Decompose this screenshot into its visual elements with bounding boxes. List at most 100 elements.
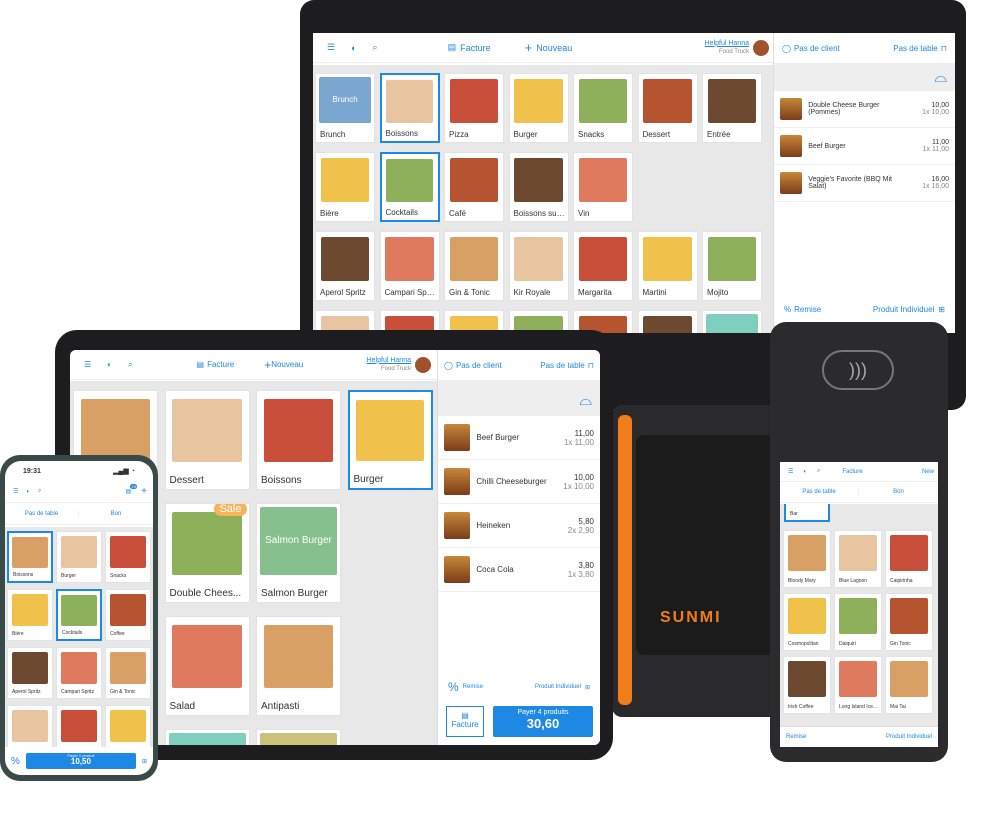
avatar[interactable]	[415, 356, 431, 373]
facture-button[interactable]: Facture	[207, 360, 234, 369]
bell-icon[interactable]: ⌓	[579, 392, 592, 410]
remise-button[interactable]: Remise	[463, 684, 483, 690]
product-tile[interactable]: Boissons	[256, 390, 341, 490]
avatar[interactable]	[753, 39, 769, 56]
produit-individuel-button[interactable]: Produit Individuel	[886, 734, 932, 740]
product-tile[interactable]: Gin & Tonic	[444, 231, 504, 301]
product-tile[interactable]: Pizza	[444, 73, 504, 143]
receipt-icon[interactable]: ▤ 19	[125, 484, 137, 495]
client-button[interactable]: Pas de client	[456, 361, 502, 370]
user-name-link[interactable]: Helpful Hanna	[367, 357, 411, 365]
facture-button[interactable]: Facture	[460, 43, 491, 53]
remise-button[interactable]: Remise	[786, 734, 806, 740]
product-tile[interactable]: Margarita	[573, 231, 633, 301]
menu-icon[interactable]: ☰	[788, 468, 793, 475]
order-line[interactable]: Beef Burger 11,00 1x 11,00	[774, 128, 955, 165]
product-tile[interactable]	[7, 705, 53, 747]
product-tile[interactable]: Kir Royale	[508, 231, 569, 301]
product-tile[interactable]: Boissons	[7, 531, 53, 583]
product-tile[interactable]: Burger	[56, 531, 102, 583]
product-tile[interactable]: Mojito	[702, 231, 762, 301]
product-tile[interactable]: Blue Lagoon	[834, 530, 882, 588]
product-tile[interactable]: Irish Coffee	[783, 656, 831, 714]
order-line[interactable]: Beef Burger 11,00 1x 11,00	[438, 416, 600, 460]
product-tile[interactable]: Vin	[573, 152, 633, 222]
search-icon[interactable]: ⌕	[817, 468, 820, 475]
product-tile[interactable]: Gin Tonic	[885, 593, 933, 651]
product-tile[interactable]: Bière	[315, 152, 375, 222]
plus-icon[interactable]: +	[141, 486, 147, 497]
product-tile[interactable]: Cosmopolitan	[783, 593, 831, 651]
globe-icon[interactable]: ◐	[803, 469, 807, 475]
product-tile[interactable]	[56, 705, 102, 747]
menu-icon[interactable]: ☰	[13, 488, 18, 495]
product-tile[interactable]: Salad	[164, 616, 250, 716]
bon-button[interactable]: Bon	[859, 489, 938, 495]
new-button[interactable]: New	[922, 469, 934, 475]
product-tile[interactable]: Bière	[7, 589, 53, 641]
product-tile[interactable]: Cocktails	[56, 589, 102, 641]
product-tile[interactable]: Double Chees... Sale	[164, 503, 250, 603]
nouveau-button[interactable]: Nouveau	[536, 43, 572, 53]
product-tile[interactable]: Dessert	[164, 390, 250, 490]
order-line[interactable]: Chilli Cheeseburger 10,00 1x 10,00	[438, 460, 600, 504]
product-tile[interactable]: Tipping	[702, 310, 762, 333]
product-tile[interactable]	[256, 729, 341, 745]
product-tile[interactable]: Campari Spritz	[56, 647, 102, 699]
product-tile[interactable]: Daiquiri	[834, 593, 882, 651]
product-tile[interactable]: Aperol Spritz	[315, 231, 375, 301]
product-tile[interactable]: Dessert	[637, 73, 698, 143]
product-tile[interactable]: Cocktails	[379, 152, 440, 222]
order-line[interactable]: Coca Cola 3,80 1x 3,80	[438, 548, 600, 592]
globe-icon[interactable]: ◐	[351, 43, 356, 53]
order-line[interactable]: Heineken 5,80 2x 2,90	[438, 504, 600, 548]
search-icon[interactable]: ⌕	[38, 488, 41, 495]
product-tile[interactable]: Burger	[508, 73, 569, 143]
pay-button[interactable]: Payer 4 produits 30,60	[493, 706, 593, 737]
pay-button[interactable]: Payer 1 produit 10,50	[25, 753, 136, 769]
search-icon[interactable]: ⌕	[128, 360, 132, 370]
product-tile[interactable]: Burger	[347, 390, 433, 490]
client-button[interactable]: Pas de client	[794, 44, 840, 53]
product-tile[interactable]: Martini	[637, 231, 698, 301]
search-icon[interactable]: ⌕	[373, 42, 378, 53]
product-tile[interactable]: Mai Tai	[885, 656, 933, 714]
table-button[interactable]: Pas de table	[893, 44, 937, 53]
produit-individuel-button[interactable]: Produit Individuel	[535, 684, 581, 690]
facture-button[interactable]: Facture	[842, 469, 862, 475]
table-button[interactable]: Pas de table	[540, 361, 584, 370]
product-tile[interactable]: Brunch Brunch	[315, 73, 375, 143]
bon-button[interactable]: Bon	[79, 511, 153, 517]
product-tile[interactable]: Café	[444, 152, 504, 222]
globe-icon[interactable]: ◐	[26, 489, 30, 495]
product-tile[interactable]: Snacks	[573, 73, 633, 143]
produit-individuel-button[interactable]: Produit Individuel	[873, 305, 934, 314]
product-tile[interactable]: Gin & Tonic	[105, 647, 151, 699]
product-tile[interactable]: Snacks	[105, 531, 151, 583]
category-tile-bar[interactable]: Bar	[784, 504, 830, 522]
product-tile[interactable]: Boissons	[379, 73, 440, 143]
table-button[interactable]: Pas de table	[5, 510, 79, 517]
menu-icon[interactable]: ☰	[327, 42, 335, 53]
remise-button[interactable]: Remise	[794, 305, 821, 314]
product-tile[interactable]: Caipirinha	[885, 530, 933, 588]
order-line[interactable]: Double Cheese Burger (Pommes) 10,00 1x 10,…	[774, 91, 955, 128]
facture-print-button[interactable]: ▤ Facture	[446, 706, 484, 737]
product-tile[interactable]	[164, 729, 250, 745]
table-button[interactable]: Pas de table	[780, 489, 859, 495]
percent-icon[interactable]: %	[11, 756, 20, 767]
product-tile[interactable]	[105, 705, 151, 747]
bell-icon[interactable]: ⌓	[934, 69, 947, 87]
product-tile[interactable]	[637, 310, 698, 333]
globe-icon[interactable]: ◐	[107, 360, 112, 369]
order-line[interactable]: Veggie's Favorite (BBQ Mit Salat) 16,00 1x…	[774, 165, 955, 202]
product-tile[interactable]: Long Island Ice...	[834, 656, 882, 714]
product-tile[interactable]: Boissons suc...	[508, 152, 569, 222]
product-tile[interactable]: Entrée	[702, 73, 762, 143]
menu-icon[interactable]: ☰	[84, 360, 91, 369]
nouveau-button[interactable]: Nouveau	[271, 360, 303, 369]
product-tile[interactable]: Campari Spritz	[379, 231, 440, 301]
add-box-icon[interactable]: ⊞	[142, 758, 147, 765]
product-tile[interactable]: Salmon Burger Salmon Burger	[256, 503, 341, 603]
product-tile[interactable]: Bloody Mary	[783, 530, 831, 588]
